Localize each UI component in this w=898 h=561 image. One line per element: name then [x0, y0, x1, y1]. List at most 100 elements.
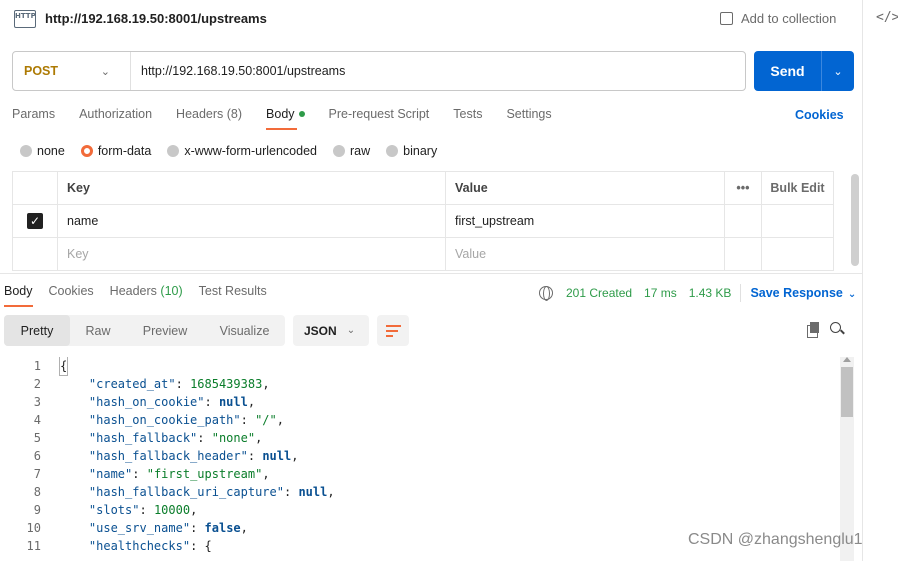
view-mode-selector: Pretty Raw Preview Visualize: [4, 315, 285, 346]
add-to-collection-button[interactable]: Add to collection: [720, 11, 836, 26]
key-input[interactable]: Key: [58, 238, 446, 270]
format-select[interactable]: JSON ⌄: [293, 315, 369, 346]
radio-icon: [20, 145, 32, 157]
tab-headers[interactable]: Headers (8): [176, 107, 242, 130]
request-tabs: Params Authorization Headers (8) Body Pr…: [12, 107, 576, 130]
value-cell[interactable]: first_upstream: [446, 205, 725, 237]
json-key: "hash_fallback": [88, 431, 198, 445]
bulk-edit-button[interactable]: Bulk Edit: [762, 172, 833, 204]
url-input[interactable]: http://192.168.19.50:8001/upstreams: [131, 64, 345, 78]
row-spacer: [762, 205, 833, 237]
add-to-collection-label: Add to collection: [741, 11, 837, 26]
json-value: 1685439383: [190, 377, 263, 391]
line-number: 11: [26, 539, 41, 553]
tab-params[interactable]: Params: [12, 107, 55, 130]
json-key: "use_srv_name": [88, 521, 191, 535]
code-snippet-icon[interactable]: </>: [876, 10, 898, 25]
active-indicator-dot: [298, 110, 305, 117]
line-number: 2: [33, 377, 41, 391]
meta-divider: [740, 284, 742, 302]
more-options-icon[interactable]: •••: [725, 172, 762, 204]
scroll-thumb[interactable]: [841, 367, 853, 417]
radio-binary[interactable]: binary: [386, 144, 437, 158]
headers-count: (10): [160, 284, 183, 298]
table-row: ✓ name first_upstream: [13, 205, 833, 238]
key-cell[interactable]: name: [58, 205, 446, 237]
wrap-lines-button[interactable]: [377, 315, 409, 346]
method-select[interactable]: POST ⌄: [13, 52, 131, 90]
send-label: Send: [770, 63, 805, 79]
format-label: JSON: [304, 323, 337, 338]
search-icon[interactable]: [830, 322, 844, 336]
view-visualize-button[interactable]: Visualize: [204, 315, 285, 346]
checkbox-checked-icon[interactable]: ✓: [27, 213, 43, 229]
right-sidebar: [862, 0, 898, 561]
line-number: 7: [33, 467, 41, 481]
json-value: null: [218, 395, 248, 409]
watermark: CSDN @zhangshenglu1: [688, 531, 863, 548]
cookies-link[interactable]: Cookies: [795, 108, 844, 122]
panel-divider[interactable]: [0, 273, 862, 274]
save-response-button[interactable]: Save Response ⌄: [750, 286, 856, 300]
radio-selected-icon: [80, 145, 93, 157]
response-meta: 201 Created 17 ms 1.43 KB Save Response ⌄: [539, 284, 856, 302]
view-pretty-button[interactable]: Pretty: [4, 315, 70, 346]
radio-icon: [333, 145, 345, 157]
tab-settings[interactable]: Settings: [506, 107, 551, 130]
code-content: "created_at": 1685439383,: [88, 377, 270, 391]
view-preview-button[interactable]: Preview: [126, 315, 204, 346]
json-key: "hash_fallback_header": [88, 449, 248, 463]
tab-body[interactable]: Body: [266, 107, 305, 130]
code-content: "slots": 10000,: [88, 503, 198, 517]
json-brace: {: [58, 357, 69, 376]
view-raw-button[interactable]: Raw: [70, 315, 126, 346]
tab-response-cookies[interactable]: Cookies: [49, 284, 94, 307]
radio-label: raw: [350, 144, 371, 158]
code-content: "hash_fallback_header": null,: [88, 449, 299, 463]
status-badge[interactable]: 201 Created: [566, 286, 632, 300]
wrap-lines-icon: [385, 325, 401, 337]
send-button[interactable]: Send ⌄: [754, 51, 854, 91]
tab-label: Headers: [109, 284, 157, 298]
json-value: "/": [255, 413, 277, 427]
copy-icon[interactable]: [807, 322, 820, 338]
json-value: false: [204, 521, 241, 535]
body-type-options: none form-data x-www-form-urlencoded raw…: [20, 144, 453, 158]
value-input[interactable]: Value: [446, 238, 725, 270]
request-title[interactable]: http://192.168.19.50:8001/upstreams: [45, 11, 267, 26]
radio-label: none: [37, 144, 65, 158]
radio-form-data[interactable]: form-data: [80, 144, 151, 158]
json-key: "hash_on_cookie_path": [88, 413, 241, 427]
json-key: "slots": [88, 503, 140, 517]
scroll-up-icon[interactable]: [843, 357, 851, 362]
header-checkbox-cell: [13, 172, 58, 204]
response-size[interactable]: 1.43 KB: [689, 286, 732, 300]
code-content: "hash_fallback_uri_capture": null,: [88, 485, 335, 499]
code-content: "hash_on_cookie": null,: [88, 395, 256, 409]
json-value: {: [204, 539, 212, 553]
request-scrollbar[interactable]: [851, 174, 859, 266]
code-line: 3 "hash_on_cookie": null,: [0, 393, 836, 411]
radio-icon: [386, 145, 399, 157]
radio-raw[interactable]: raw: [333, 144, 370, 158]
radio-none[interactable]: none: [20, 144, 65, 158]
json-key: "hash_fallback_uri_capture": [88, 485, 284, 499]
line-number: 4: [33, 413, 41, 427]
response-time[interactable]: 17 ms: [644, 286, 677, 300]
code-content: {: [41, 357, 69, 376]
send-options-chevron-icon[interactable]: ⌄: [822, 65, 854, 78]
code-line: 6 "hash_fallback_header": null,: [0, 447, 836, 465]
json-value: null: [298, 485, 328, 499]
radio-x-www-form-urlencoded[interactable]: x-www-form-urlencoded: [167, 144, 317, 158]
json-value: null: [262, 449, 292, 463]
line-number: 8: [33, 485, 41, 499]
http-icon: HTTP: [14, 10, 36, 28]
tab-tests[interactable]: Tests: [453, 107, 482, 130]
globe-icon[interactable]: [539, 286, 553, 301]
tab-response-headers[interactable]: Headers (10): [110, 284, 183, 307]
tab-test-results[interactable]: Test Results: [199, 284, 267, 307]
tab-pre-request-script[interactable]: Pre-request Script: [329, 107, 430, 130]
code-content: "hash_on_cookie_path": "/",: [88, 413, 284, 427]
tab-authorization[interactable]: Authorization: [79, 107, 152, 130]
tab-response-body[interactable]: Body: [4, 284, 33, 307]
